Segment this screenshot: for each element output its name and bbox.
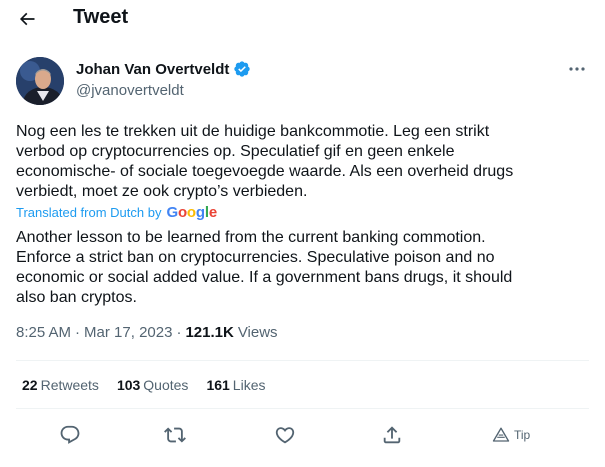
author-handle[interactable]: @jvanovertveldt — [76, 82, 184, 99]
reply-button[interactable] — [59, 423, 81, 447]
reply-icon — [60, 425, 80, 444]
tweet-time[interactable]: 8:25 AM — [16, 324, 71, 341]
divider — [16, 408, 589, 409]
meta-separator: · — [75, 324, 81, 341]
tip-label: Tip — [514, 428, 531, 442]
retweet-button[interactable] — [164, 423, 186, 447]
retweets-label: Retweets — [40, 377, 99, 393]
top-bar: Tweet — [0, 0, 605, 36]
like-button[interactable] — [274, 423, 296, 447]
profile-photo-icon — [16, 57, 64, 105]
share-icon — [383, 426, 401, 444]
tip-button[interactable]: Tip — [492, 423, 530, 447]
tweet-author: Johan Van Overtveldt @jvanovertveldt — [16, 57, 591, 105]
page-title: Tweet — [73, 6, 129, 28]
translated-text: Another lesson to be learned from the cu… — [16, 229, 513, 306]
likes-label: Likes — [232, 377, 266, 393]
retweet-icon — [164, 427, 186, 443]
retweets-stat[interactable]: 22 Retweets — [22, 377, 99, 393]
avatar[interactable] — [16, 57, 64, 105]
verified-badge-icon — [234, 61, 251, 77]
divider — [16, 360, 589, 361]
tip-icon — [492, 427, 510, 442]
translation-attribution: Translated from Dutch by Google — [16, 204, 217, 221]
author-name-row: Johan Van Overtveldt — [76, 60, 251, 78]
tweet-text: Nog een les te trekken uit de huidige ba… — [16, 123, 514, 200]
likes-count: 161 — [206, 377, 230, 393]
tweet-date[interactable]: Mar 17, 2023 — [84, 324, 172, 341]
retweets-count: 22 — [22, 377, 38, 393]
translated-from-label[interactable]: Translated from Dutch by — [16, 205, 161, 220]
heart-icon — [275, 427, 295, 444]
quotes-label: Quotes — [143, 377, 189, 393]
share-button[interactable] — [381, 423, 403, 447]
quotes-count: 103 — [116, 377, 141, 393]
google-logo: Google — [166, 204, 217, 221]
meta-separator: · — [176, 324, 182, 341]
tweet-actions: Tip — [0, 421, 605, 449]
views-count: 121.1K — [185, 324, 234, 341]
views-label: Views — [237, 324, 278, 341]
engagement-stats: 22 Retweets 103 Quotes 161 Likes — [22, 377, 265, 393]
quotes-stat[interactable]: 103 Quotes — [117, 377, 189, 393]
author-name[interactable]: Johan Van Overtveldt — [76, 61, 229, 78]
tweet-meta: 8:25 AM · Mar 17, 2023 · 121.1K Views — [16, 324, 278, 341]
back-button[interactable] — [14, 6, 40, 32]
likes-stat[interactable]: 161 Likes — [206, 377, 265, 393]
more-dots-icon — [569, 67, 585, 71]
arrow-left-icon — [19, 12, 35, 26]
more-options-button[interactable] — [565, 59, 589, 79]
